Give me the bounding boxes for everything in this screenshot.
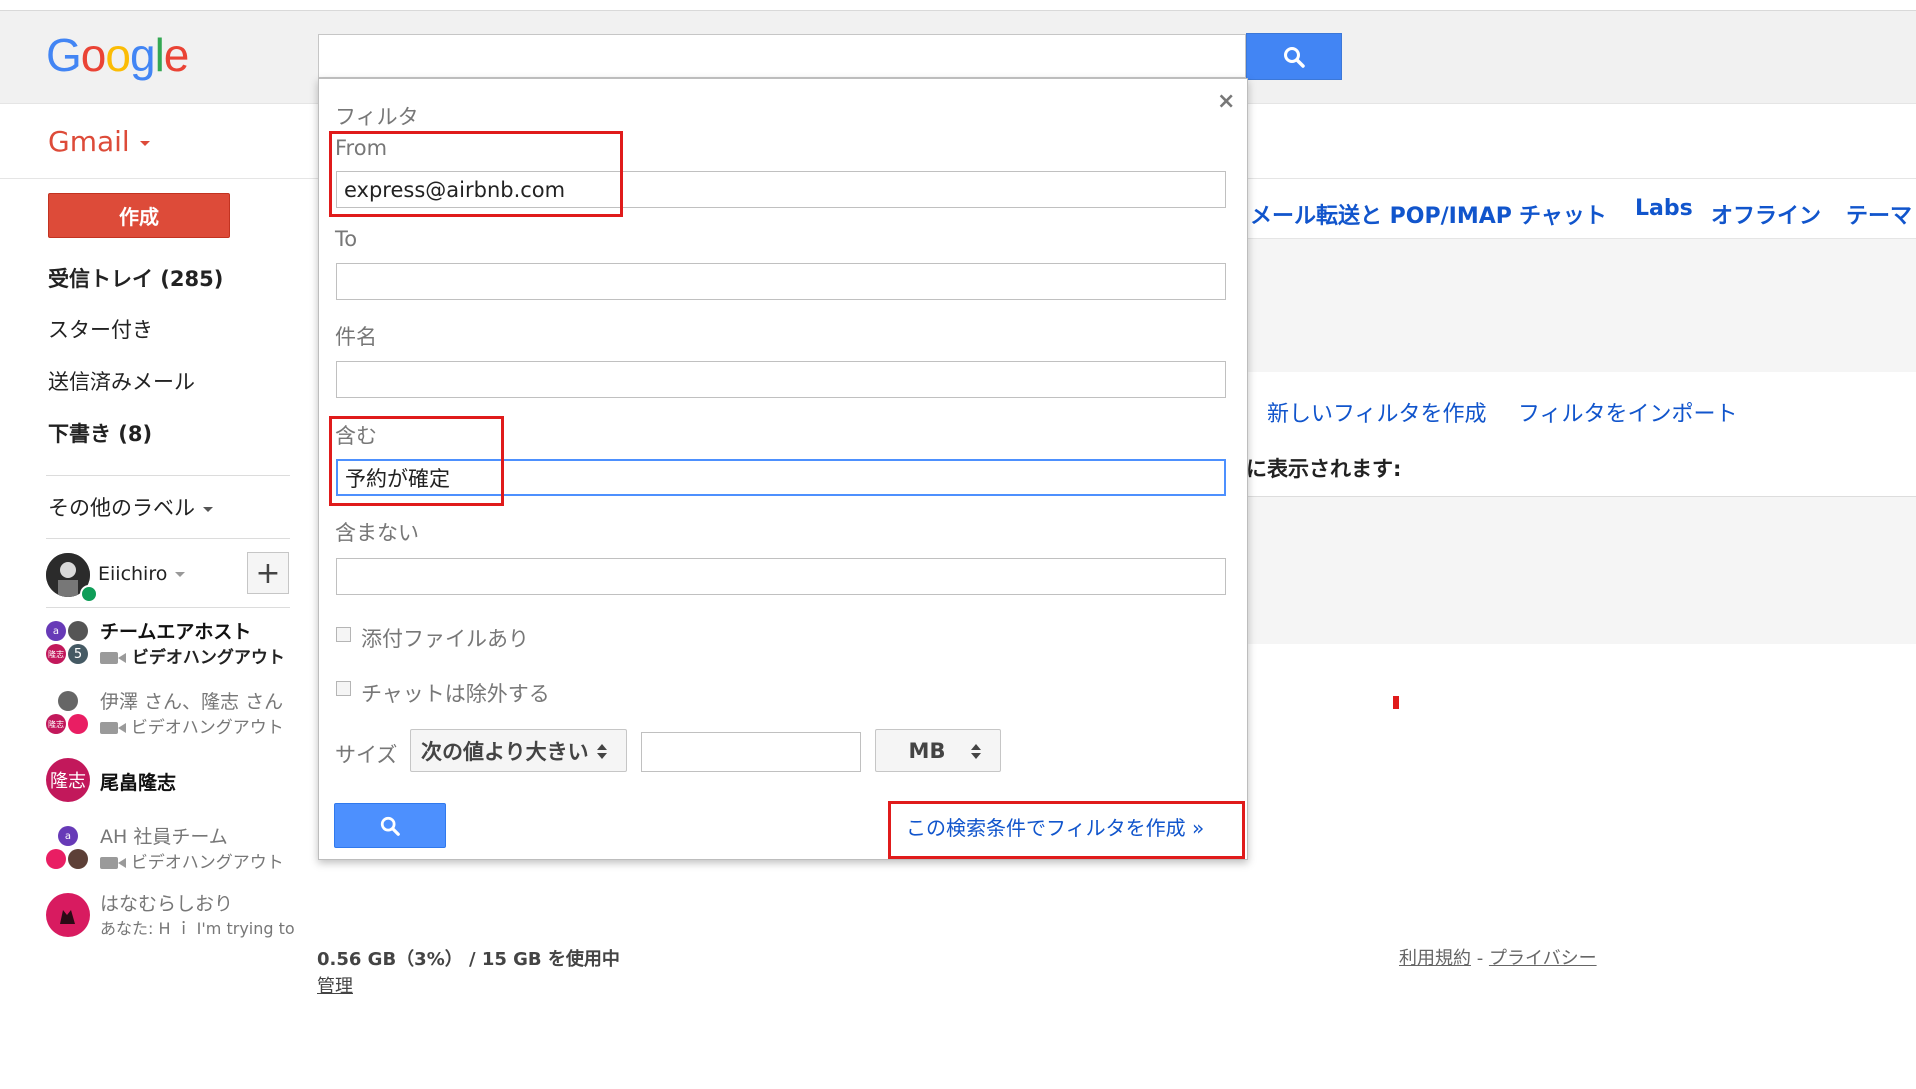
avatar — [46, 893, 90, 937]
video-camera-icon — [100, 652, 126, 664]
video-camera-icon — [100, 722, 126, 734]
footer-links: 利用規約 - プライバシー — [1399, 944, 1597, 970]
exclude-chats-label: チャットは除外する — [361, 682, 550, 706]
add-chat-button[interactable]: + — [247, 552, 289, 594]
close-icon[interactable]: × — [1217, 89, 1235, 114]
size-unit-select[interactable]: MB — [875, 729, 1001, 772]
section-divider — [1246, 496, 1916, 497]
search-icon — [380, 816, 400, 836]
sidebar-divider — [46, 538, 290, 539]
avatar: a — [46, 621, 66, 641]
sidebar-item-drafts[interactable]: 下書き (8) — [48, 418, 152, 448]
tab-labs[interactable]: Labs — [1635, 196, 1693, 221]
chat-contact[interactable]: 隆志 伊澤 さん、隆志 さん ビデオハングアウト — [46, 687, 296, 743]
terms-link[interactable]: 利用規約 — [1399, 948, 1471, 969]
red-mark — [1393, 696, 1399, 709]
size-unit-value: MB — [908, 738, 946, 763]
my-name: Eiichiro — [98, 563, 168, 585]
gmail-title: Gmail — [48, 125, 130, 158]
avatar — [68, 714, 88, 734]
settings-gray-header — [1246, 239, 1916, 302]
highlight-box — [329, 416, 504, 506]
manage-storage-link[interactable]: 管理 — [317, 972, 353, 998]
to-label: To — [335, 227, 358, 251]
top-border — [0, 0, 1916, 11]
sidebar-item-sent[interactable]: 送信済みメール — [48, 366, 195, 396]
chat-contact-name: チームエアホスト — [100, 621, 252, 643]
sidebar-item-inbox[interactable]: 受信トレイ (285) — [48, 263, 223, 293]
avatar: 隆志 — [46, 714, 66, 734]
sidebar-item-starred[interactable]: スター付き — [48, 314, 153, 344]
sidebar-divider — [46, 475, 290, 476]
chat-status-menu[interactable]: Eiichiro — [98, 563, 186, 585]
chat-contact-name: はなむらしおり — [100, 893, 234, 915]
chat-contact[interactable]: はなむらしおり あなた: H ｉ I'm trying to — [46, 889, 296, 945]
privacy-link[interactable]: プライバシー — [1489, 948, 1597, 969]
chat-contact-name: AH 社員チーム — [100, 826, 228, 848]
highlight-box — [329, 131, 623, 217]
to-field[interactable] — [336, 263, 1226, 300]
avatar — [68, 621, 88, 641]
avatar: a — [58, 826, 78, 846]
exclude-chats-checkbox[interactable] — [336, 681, 351, 696]
online-status-dot — [80, 585, 98, 603]
shown-text: に表示されます: — [1246, 457, 1402, 481]
has-attachment-checkbox[interactable] — [336, 627, 351, 642]
gmail-menu[interactable]: Gmail — [48, 125, 150, 158]
avatar: 隆志 — [46, 758, 90, 802]
video-camera-icon — [100, 857, 126, 869]
chat-contact[interactable]: a AH 社員チーム ビデオハングアウト — [46, 822, 296, 878]
chevron-down-icon — [203, 506, 213, 512]
chat-contact-name: 伊澤 さん、隆志 さん — [100, 691, 284, 713]
avatar — [46, 849, 66, 869]
size-value-field[interactable] — [641, 732, 861, 772]
chat-contact-status: ビデオハングアウト — [100, 643, 285, 668]
compose-button[interactable]: 作成 — [48, 193, 230, 238]
chat-contact-status: ビデオハングアウト — [100, 848, 284, 873]
avatar — [68, 849, 88, 869]
highlight-box — [888, 801, 1245, 859]
storage-usage: 0.56 GB（3%） / 15 GB を使用中 — [317, 949, 620, 970]
search-button[interactable] — [1246, 33, 1342, 80]
footer-separator: - — [1471, 948, 1489, 969]
has-attachment-label: 添付ファイルあり — [361, 627, 529, 651]
chat-contact[interactable]: a 隆志 5 チームエアホスト ビデオハングアウト — [46, 617, 296, 673]
subject-label: 件名 — [335, 325, 377, 349]
filter-title: フィルタ — [335, 105, 419, 129]
chat-contact-name: 尾畠隆志 — [100, 772, 177, 794]
chat-contact-status: ビデオハングアウト — [100, 713, 284, 738]
doesnt-have-label: 含まない — [335, 521, 419, 545]
search-input[interactable] — [318, 34, 1246, 78]
tab-themes[interactable]: テーマ — [1846, 198, 1912, 230]
more-labels-toggle[interactable]: その他のラベル — [48, 492, 213, 522]
doesnt-have-field[interactable] — [336, 558, 1226, 595]
chat-contact[interactable]: 隆志 尾畠隆志 — [46, 758, 296, 814]
cat-icon — [60, 910, 75, 924]
import-filters-link[interactable]: フィルタをインポート — [1518, 396, 1738, 428]
size-operator-select[interactable]: 次の値より大きい — [410, 729, 627, 772]
create-new-filter-link[interactable]: 新しいフィルタを作成 — [1267, 396, 1487, 428]
avatar-count: 5 — [68, 644, 88, 664]
tab-forwarding-pop-imap[interactable]: メール転送と POP/IMAP — [1250, 198, 1512, 230]
tab-chat[interactable]: チャット — [1519, 198, 1607, 230]
chevron-down-icon — [139, 140, 150, 146]
filter-search-button[interactable] — [334, 803, 446, 848]
chevron-down-icon — [175, 572, 186, 577]
search-icon — [1284, 46, 1305, 68]
select-arrows-icon — [971, 742, 982, 760]
tab-offline[interactable]: オフライン — [1711, 198, 1821, 230]
subject-field[interactable] — [336, 361, 1226, 398]
size-label: サイズ — [335, 743, 398, 767]
google-logo[interactable]: Google — [46, 28, 189, 82]
chat-contact-status: あなた: H ｉ I'm trying to — [100, 919, 295, 938]
avatar: 隆志 — [46, 644, 66, 664]
filter-dialog: × フィルタ From express@airbnb.com To 件名 含む … — [318, 78, 1248, 860]
chat-divider — [46, 607, 290, 608]
select-arrows-icon — [596, 742, 607, 760]
size-operator-value: 次の値より大きい — [421, 739, 589, 764]
avatar — [58, 691, 78, 711]
more-labels-text: その他のラベル — [48, 496, 195, 520]
